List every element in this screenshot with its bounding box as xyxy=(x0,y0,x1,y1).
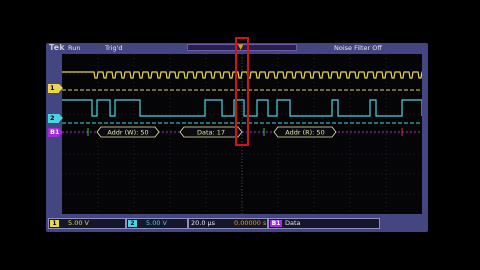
bus-readout[interactable]: B1 Data xyxy=(268,218,380,229)
channel-1-marker[interactable]: 1 xyxy=(48,84,63,93)
bus-packet-label: Addr (W): 50 xyxy=(107,129,148,137)
ch1-scale-readout[interactable]: 1 5.00 V xyxy=(48,218,126,229)
run-state: Run xyxy=(68,44,81,52)
channel-2-marker[interactable]: 2 xyxy=(48,114,63,123)
ch2-scale: 5.00 V xyxy=(146,219,167,227)
ch2-badge: 2 xyxy=(128,220,137,227)
bus-type: Data xyxy=(285,219,301,227)
bus-badge: B1 xyxy=(270,220,282,227)
timebase-value: 20.0 µs xyxy=(191,219,216,227)
bus-packet-label: Data: 17 xyxy=(197,129,225,137)
timebase-readout[interactable]: 20.0 µs 0.00000 s xyxy=(188,218,268,229)
trigger-state: Trig'd xyxy=(105,44,123,52)
brand-logo: Tek xyxy=(49,43,65,52)
ch2-scale-readout[interactable]: 2 5.00 V xyxy=(126,218,188,229)
bus-b1-marker[interactable]: B1 xyxy=(48,128,63,137)
noise-filter-status: Noise Filter Off xyxy=(334,44,382,52)
ch1-badge: 1 xyxy=(50,220,59,227)
ch1-scale: 5.00 V xyxy=(68,219,89,227)
highlight-box xyxy=(235,37,249,146)
trigger-time-value: 0.00000 s xyxy=(234,219,267,227)
bus-packet-label: Addr (R): 50 xyxy=(285,129,324,137)
